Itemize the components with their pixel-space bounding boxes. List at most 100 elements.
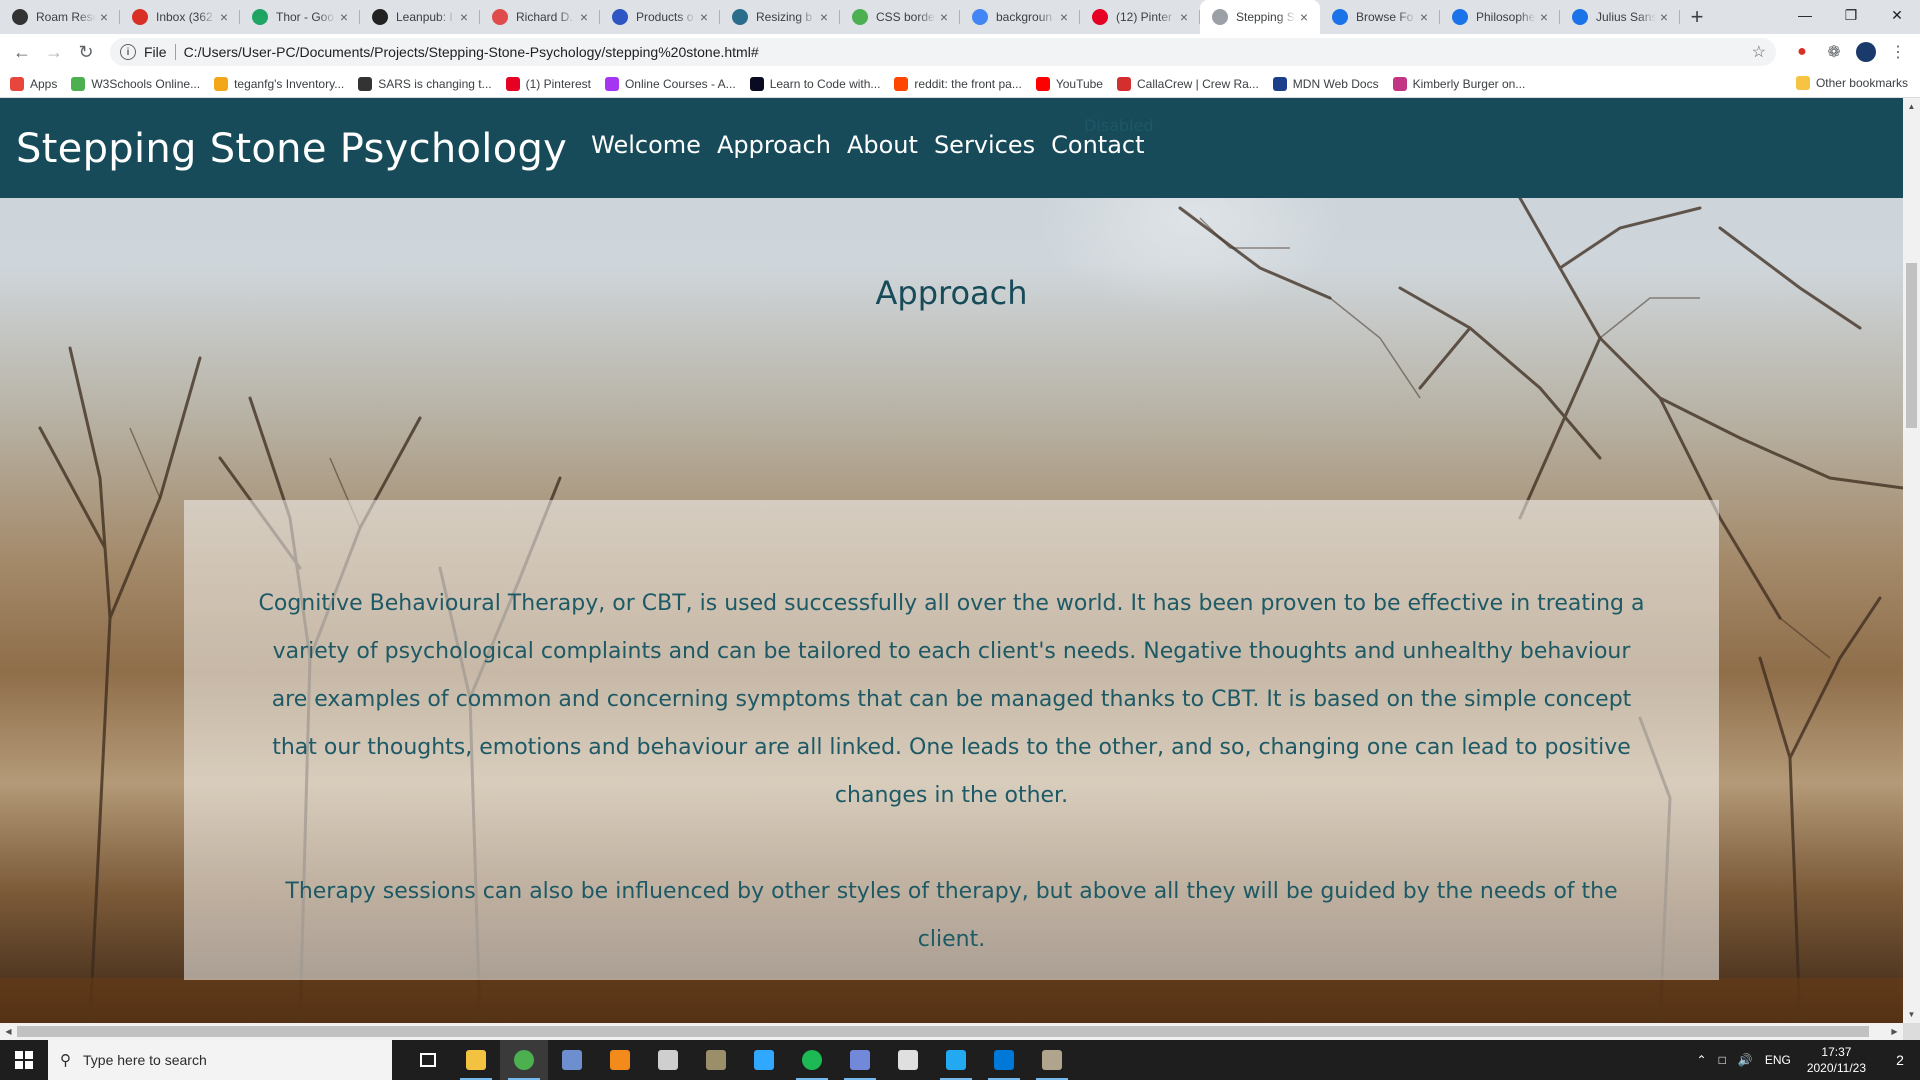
notification-center-icon[interactable]: 2 — [1880, 1040, 1920, 1080]
extension-shield-icon[interactable]: ● — [1788, 38, 1816, 66]
chrome-icon[interactable] — [500, 1040, 548, 1080]
browser-tab[interactable]: Leanpub: I × — [360, 0, 480, 34]
horizontal-scroll-thumb[interactable] — [17, 1026, 1869, 1037]
discord-icon[interactable] — [836, 1040, 884, 1080]
forward-icon[interactable]: → — [40, 38, 68, 66]
bookmark-item[interactable]: Learn to Code with... — [749, 76, 880, 91]
browser-tab[interactable]: Inbox (362 × — [120, 0, 240, 34]
tank-game-icon[interactable] — [692, 1040, 740, 1080]
file-explorer-icon-glyph — [466, 1050, 486, 1070]
vertical-scrollbar[interactable]: ▲ ▼ — [1903, 98, 1920, 1023]
site-brand[interactable]: Stepping Stone Psychology — [16, 126, 567, 172]
bookmark-item[interactable]: reddit: the front pa... — [894, 76, 1022, 91]
tab-close-icon[interactable]: × — [1056, 9, 1072, 25]
clock[interactable]: 17:37 2020/11/23 — [1807, 1044, 1866, 1076]
horizontal-scrollbar[interactable]: ◀ ▶ — [0, 1023, 1903, 1040]
nav-link-services[interactable]: Services — [934, 131, 1035, 159]
browser-tab[interactable]: Philosophe × — [1440, 0, 1560, 34]
bookmark-item[interactable]: CallaCrew | Crew Ra... — [1116, 76, 1259, 91]
nav-link-contact[interactable]: Contact — [1051, 131, 1144, 159]
network-icon[interactable]: □ — [1719, 1053, 1726, 1067]
bookmark-star-icon[interactable]: ☆ — [1752, 42, 1766, 62]
windows-start-icon[interactable] — [0, 1040, 48, 1080]
tab-close-icon[interactable]: × — [336, 9, 352, 25]
browser-tab[interactable]: Stepping S × — [1200, 0, 1320, 34]
taskbar-search[interactable]: ⚲ Type here to search — [48, 1040, 392, 1080]
bookmark-item[interactable]: W3Schools Online... — [71, 76, 200, 91]
tab-close-icon[interactable]: × — [936, 9, 952, 25]
tab-close-icon[interactable]: × — [216, 9, 232, 25]
task-view-icon[interactable] — [404, 1040, 452, 1080]
browser-tab[interactable]: Products o × — [600, 0, 720, 34]
scroll-left-icon[interactable]: ◀ — [0, 1023, 17, 1040]
minimize-icon[interactable]: — — [1782, 0, 1828, 30]
address-bar[interactable]: i File C:/Users/User-PC/Documents/Projec… — [110, 38, 1776, 66]
vscode-icon[interactable] — [932, 1040, 980, 1080]
browser-tab[interactable]: (12) Pinter × — [1080, 0, 1200, 34]
site-navbar: Stepping Stone Psychology Welcome Approac… — [0, 98, 1903, 198]
game-controller-icon[interactable] — [644, 1040, 692, 1080]
bookmark-favicon-icon — [1272, 76, 1287, 91]
other-bookmarks[interactable]: Other bookmarks — [1795, 76, 1908, 90]
extensions-puzzle-icon[interactable]: ❁ — [1820, 38, 1848, 66]
tab-close-icon[interactable]: × — [1656, 9, 1672, 25]
browser-tab[interactable]: Richard D. × — [480, 0, 600, 34]
back-icon[interactable]: ← — [8, 38, 36, 66]
profile-avatar-icon[interactable] — [1852, 38, 1880, 66]
tab-close-icon[interactable]: × — [1176, 9, 1192, 25]
roam-icon — [12, 9, 28, 25]
gimp-icon[interactable] — [1028, 1040, 1076, 1080]
tab-close-icon[interactable]: × — [1536, 9, 1552, 25]
bookmark-favicon-icon — [505, 76, 520, 91]
bookmark-item[interactable]: YouTube — [1035, 76, 1103, 91]
bookmark-item[interactable]: teganfg's Inventory... — [214, 76, 344, 91]
tab-close-icon[interactable]: × — [576, 9, 592, 25]
spotify-icon[interactable] — [788, 1040, 836, 1080]
davinci-resolve-icon[interactable] — [548, 1040, 596, 1080]
window-controls: — ❐ ✕ — [1782, 0, 1920, 30]
browser-tab[interactable]: Browse Fo × — [1320, 0, 1440, 34]
tab-title: Browse Fo — [1356, 10, 1414, 24]
restore-icon[interactable]: ❐ — [1828, 0, 1874, 30]
browser-tab[interactable]: Julius Sans × — [1560, 0, 1680, 34]
close-window-icon[interactable]: ✕ — [1874, 0, 1920, 30]
browser-tab[interactable]: Thor - Goo × — [240, 0, 360, 34]
tray-chevron-icon[interactable]: ⌃ — [1697, 1053, 1707, 1067]
bookmark-item[interactable]: Online Courses - A... — [604, 76, 736, 91]
vlc-icon[interactable] — [596, 1040, 644, 1080]
vertical-scroll-thumb[interactable] — [1906, 263, 1917, 428]
photoshop-icon[interactable] — [740, 1040, 788, 1080]
bookmark-item[interactable]: SARS is changing t... — [358, 76, 492, 91]
scroll-down-icon[interactable]: ▼ — [1903, 1006, 1920, 1023]
tab-close-icon[interactable]: × — [816, 9, 832, 25]
reload-icon[interactable]: ↻ — [72, 38, 100, 66]
browser-tab[interactable]: Roam Rese × — [0, 0, 120, 34]
language-indicator[interactable]: ENG — [1765, 1053, 1791, 1067]
photos-icon[interactable] — [980, 1040, 1028, 1080]
browser-tab[interactable]: Resizing b × — [720, 0, 840, 34]
url-text[interactable]: C:/Users/User-PC/Documents/Projects/Step… — [184, 44, 1752, 60]
app-a-icon[interactable] — [884, 1040, 932, 1080]
tab-title: Richard D. — [516, 10, 573, 24]
site-info-icon[interactable]: i — [120, 44, 136, 60]
browser-tab[interactable]: backgroun × — [960, 0, 1080, 34]
tab-close-icon[interactable]: × — [1416, 9, 1432, 25]
file-explorer-icon[interactable] — [452, 1040, 500, 1080]
scroll-up-icon[interactable]: ▲ — [1903, 98, 1920, 115]
tab-close-icon[interactable]: × — [96, 9, 112, 25]
tab-close-icon[interactable]: × — [696, 9, 712, 25]
bookmark-item[interactable]: Apps — [10, 76, 57, 91]
bookmark-item[interactable]: MDN Web Docs — [1272, 76, 1379, 91]
browser-tab[interactable]: CSS borde × — [840, 0, 960, 34]
new-tab-button[interactable]: + — [1680, 0, 1714, 34]
bookmark-item[interactable]: (1) Pinterest — [505, 76, 591, 91]
nav-link-approach[interactable]: Approach — [717, 131, 831, 159]
tab-close-icon[interactable]: × — [1296, 9, 1312, 25]
nav-link-welcome[interactable]: Welcome — [591, 131, 701, 159]
chrome-menu-icon[interactable]: ⋮ — [1884, 38, 1912, 66]
nav-link-about[interactable]: About — [847, 131, 918, 159]
bookmark-item[interactable]: Kimberly Burger on... — [1392, 76, 1525, 91]
tab-close-icon[interactable]: × — [456, 9, 472, 25]
scroll-right-icon[interactable]: ▶ — [1886, 1023, 1903, 1040]
volume-icon[interactable]: 🔊 — [1738, 1053, 1753, 1067]
